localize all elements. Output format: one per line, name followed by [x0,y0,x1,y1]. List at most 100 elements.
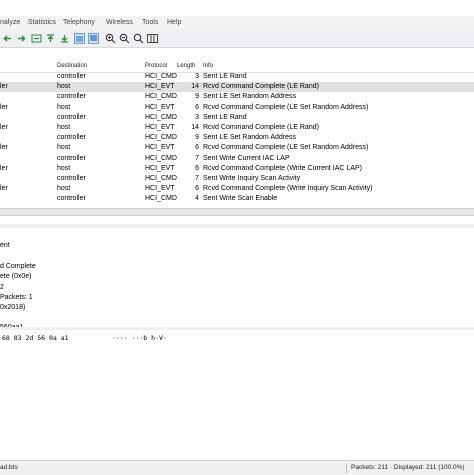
cell-source: ler [0,83,8,91]
menu-statistics[interactable]: Statistics [28,19,56,26]
cell-protocol: HCI_CMD [145,195,177,203]
menu-wireless[interactable]: Wireless [106,19,133,26]
column-protocol[interactable]: Protocol [145,63,167,69]
column-info[interactable]: Info [203,63,213,69]
cell-destination: host [57,185,71,193]
go-last-packet-icon[interactable] [59,33,70,44]
packet-list-horizontal-scrollbar[interactable] [0,208,474,216]
bytes-hex[interactable]: 68 83 2d 56 0a a1 [2,334,69,342]
cell-destination: controller [57,73,86,80]
zoom-in-icon[interactable] [105,33,116,44]
table-row[interactable]: controller HCI_CMD 4 Sent Write Scan Enable [0,194,474,204]
menu-tools[interactable]: Tools [142,19,158,26]
table-row[interactable]: ler host HCI_EVT 6 Rcvd Command Complete (Wr… [0,184,474,194]
cell-length: 9 [195,134,199,142]
table-row[interactable]: controller HCI_CMD 3 Sent LE Rand [0,72,474,82]
detail-line[interactable]: ent [0,242,10,249]
column-length[interactable]: Length [177,63,195,69]
cell-length: 3 [195,113,199,121]
cell-destination: host [57,124,71,131]
table-row[interactable]: ler host HCI_EVT 14 Rcvd Command Complete (L… [0,123,474,133]
cell-length: 7 [195,154,199,162]
table-row[interactable]: ler host HCI_EVT 14 Rcvd Command Complete (L… [0,82,474,93]
cell-info: Rcvd Command Complete (Write Inquiry Sca… [203,185,373,193]
cell-protocol: HCI_CMD [145,113,177,121]
resize-columns-icon[interactable] [147,33,158,44]
cell-info: Sent LE Set Random Address [203,93,296,101]
cell-length: 3 [195,73,199,80]
cell-source: ler [0,185,8,193]
cell-length: 14 [191,83,199,91]
cell-length: 6 [195,185,199,193]
cell-length: 6 [195,103,199,111]
cell-destination: controller [57,154,86,162]
detail-line[interactable]: d Complete [0,263,36,270]
detail-line[interactable]: ete (0x0e) [0,273,32,280]
cell-info: Sent LE Set Random Address [203,134,296,142]
status-packet-count: Packets: 211 · Displayed: 211 (100.0%) [351,464,465,471]
cell-destination: controller [57,195,86,203]
cell-destination: host [57,83,71,91]
detail-line[interactable]: Packets: 1 [0,294,33,301]
cell-protocol: HCI_EVT [145,83,175,91]
cell-source: ler [0,103,8,111]
table-row[interactable]: controller HCI_CMD 7 Sent Write Current IAC… [0,154,474,164]
cell-protocol: HCI_EVT [145,124,175,131]
cell-length: 6 [195,164,199,172]
cell-protocol: HCI_EVT [145,185,175,193]
menu-bar: nalyze Statistics Telephony Wireless Too… [0,16,474,30]
packet-list: controller HCI_CMD 3 Sent LE Rand ler host HCI… [0,72,474,208]
colorize-icon[interactable] [88,33,99,44]
status-file-name: ad.bts [0,464,18,471]
table-row[interactable]: controller HCI_CMD 3 Sent LE Rand [0,113,474,123]
go-back-icon[interactable] [2,33,13,44]
cell-protocol: HCI_EVT [145,103,175,111]
cell-protocol: HCI_EVT [145,164,175,172]
table-row[interactable]: ler host HCI_EVT 6 Rcvd Command Complete (LE… [0,103,474,113]
table-row[interactable]: controller HCI_CMD 9 Sent LE Set Random Add… [0,92,474,102]
cell-protocol: HCI_CMD [145,154,177,162]
menu-help[interactable]: Help [167,19,181,26]
packet-bytes-pane: 68 83 2d 56 0a a1 ···· ···b h·V· [0,330,474,460]
cell-protocol: HCI_CMD [145,73,177,80]
detail-line[interactable]: 2 [0,284,4,291]
table-row[interactable]: ler host HCI_EVT 6 Rcvd Command Complete (LE… [0,143,474,153]
table-row[interactable]: ler host HCI_EVT 6 Rcvd Command Complete (Wr… [0,164,474,174]
cell-info: Sent LE Rand [203,113,247,121]
cell-destination: controller [57,113,86,121]
status-bar: ad.bts Packets: 211 · Displayed: 211 (10… [0,460,474,475]
cell-info: Sent LE Rand [203,73,247,80]
cell-source: ler [0,164,8,172]
cell-protocol: HCI_EVT [145,144,175,152]
go-forward-icon[interactable] [16,33,27,44]
cell-destination: controller [57,93,86,101]
menu-telephony[interactable]: Telephony [63,19,95,26]
cell-info: Sent Write Current IAC LAP [203,154,290,162]
cell-info: Rcvd Command Complete (LE Set Random Add… [203,144,369,152]
cell-info: Rcvd Command Complete (Write Current IAC… [203,164,362,172]
cell-info: Rcvd Command Complete (LE Rand) [203,124,319,131]
cell-length: 14 [191,124,199,131]
cell-info: Sent Write Inquiry Scan Activity [203,175,301,182]
zoom-normal-icon[interactable] [133,33,144,44]
cell-protocol: HCI_CMD [145,134,177,142]
cell-protocol: HCI_CMD [145,175,177,182]
table-row[interactable]: controller HCI_CMD 7 Sent Write Inquiry Sca… [0,174,474,184]
cell-destination: host [57,103,71,111]
go-to-packet-icon[interactable] [31,33,42,44]
zoom-out-icon[interactable] [119,33,130,44]
bytes-ascii[interactable]: ···· ···b h·V· [112,334,167,342]
menu-analyze[interactable]: nalyze [0,19,20,26]
cell-info: Sent Write Scan Enable [203,195,278,203]
cell-destination: host [57,164,71,172]
cell-destination: host [57,144,71,152]
cell-length: 7 [195,175,199,182]
cell-length: 9 [195,93,199,101]
cell-protocol: HCI_CMD [145,93,177,101]
table-row[interactable]: controller HCI_CMD 9 Sent LE Set Random Add… [0,133,474,143]
detail-line[interactable]: 0x2018) [0,304,25,311]
auto-scroll-icon[interactable] [74,33,85,44]
go-first-packet-icon[interactable] [45,33,56,44]
cell-length: 6 [195,144,199,152]
column-destination[interactable]: Destination [57,63,87,69]
